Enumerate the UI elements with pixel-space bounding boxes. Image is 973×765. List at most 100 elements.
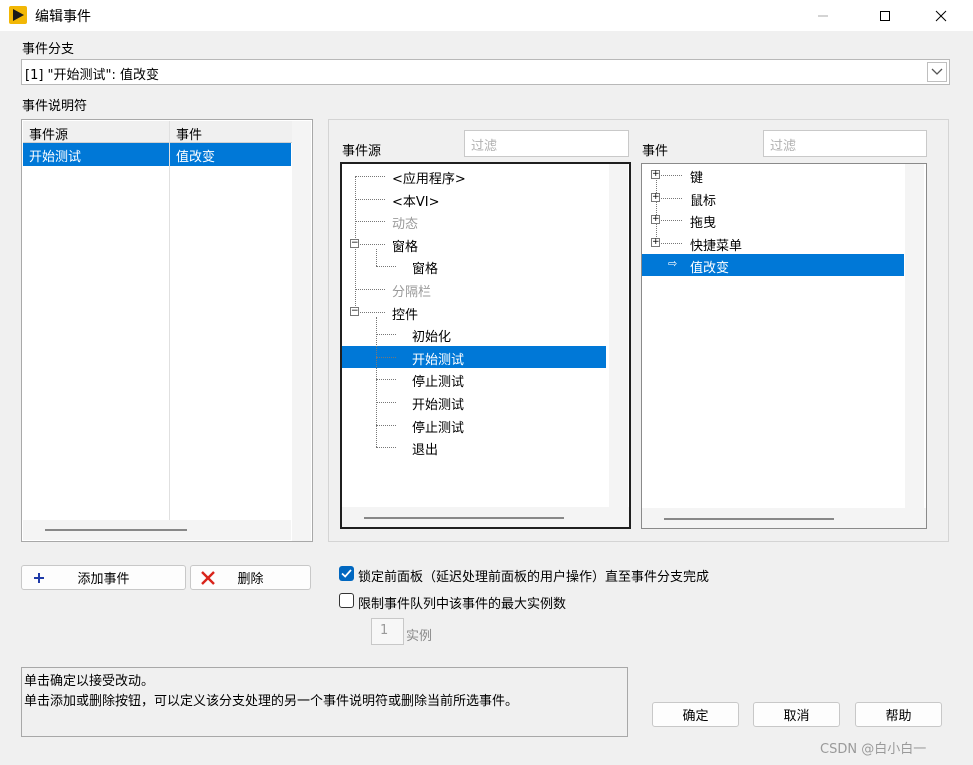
tree-item-label: 分隔栏: [392, 285, 432, 300]
vertical-scrollbar[interactable]: [609, 164, 628, 508]
expand-icon[interactable]: +: [651, 215, 660, 225]
limit-instances-checkbox[interactable]: [339, 593, 354, 608]
tree-item[interactable]: 停止测试: [342, 368, 606, 390]
limit-instances-label[interactable]: 限制事件队列中该事件的最大实例数: [358, 593, 566, 612]
horizontal-scrollbar[interactable]: [642, 508, 926, 528]
tree-item-label: 快捷菜单: [690, 238, 743, 254]
table-cell-event[interactable]: 值改变: [170, 143, 291, 166]
horizontal-scrollbar[interactable]: [23, 520, 291, 540]
message-line-1: 单击确定以接受改动。: [24, 674, 155, 689]
tree-item-label: 停止测试: [412, 375, 465, 391]
tree-item[interactable]: 退出: [342, 436, 606, 458]
tree-item-label: 开始测试: [412, 398, 465, 413]
tree-item-label: 鼠标: [690, 193, 717, 209]
tree-item[interactable]: + 键: [642, 164, 904, 186]
table-cell-source[interactable]: 开始测试: [23, 143, 169, 166]
event-branch-select[interactable]: [1] "开始测试": 值改变: [21, 59, 950, 85]
tree-item[interactable]: 开始测试: [342, 345, 606, 368]
tree-guide-line: [355, 176, 385, 177]
arrow-right-icon: ⇨: [668, 257, 678, 271]
minimize-button[interactable]: [800, 0, 846, 31]
plus-icon: [30, 569, 48, 587]
tree-guide-line: [376, 447, 396, 449]
tree-item[interactable]: 开始测试: [342, 391, 606, 413]
tree-item-label: <应用程序>: [392, 172, 466, 187]
tree-item[interactable]: 停止测试: [342, 414, 606, 436]
tree-guide-line: [355, 221, 385, 223]
red-x-icon: [199, 569, 217, 587]
tree-item-label: 窗格: [412, 262, 439, 278]
tree-guide-line: [376, 424, 396, 426]
scrollbar-thumb[interactable]: [364, 517, 564, 519]
tree-guide-line: [355, 311, 385, 313]
scrollbar-thumb[interactable]: [45, 529, 187, 531]
tree-item[interactable]: 初始化: [342, 323, 606, 345]
add-event-button[interactable]: 添加事件: [21, 565, 186, 590]
tree-item-label: 键: [690, 171, 704, 186]
event-specifiers-label: 事件说明符: [22, 99, 88, 114]
chevron-down-icon[interactable]: [927, 62, 947, 82]
expand-icon[interactable]: +: [651, 192, 660, 202]
tree-guide-line: [376, 334, 396, 336]
column-header-source[interactable]: 事件源: [23, 121, 169, 143]
event-specifier-table[interactable]: 事件源 事件 开始测试 值改变: [21, 119, 313, 542]
ok-button[interactable]: 确定: [652, 702, 739, 727]
tree-item-label: 开始测试: [412, 352, 465, 368]
horizontal-scrollbar[interactable]: [342, 507, 629, 527]
tree-item[interactable]: <应用程序>: [342, 165, 606, 187]
tree-guide-line: [376, 402, 396, 403]
tree-guide-line: [376, 379, 396, 381]
help-message-box: 单击确定以接受改动。 单击添加或删除按钮，可以定义该分支处理的另一个事件说明符或…: [21, 667, 628, 737]
delete-event-label: 删除: [237, 572, 264, 587]
events-label: 事件: [642, 144, 669, 159]
event-branch-label: 事件分支: [22, 42, 75, 57]
window-title: 编辑事件: [35, 9, 91, 25]
help-button[interactable]: 帮助: [855, 702, 942, 727]
tree-item[interactable]: + 鼠标: [642, 187, 904, 209]
tree-item[interactable]: ⇨ 值改变: [642, 254, 904, 277]
instance-count-input[interactable]: 1: [371, 618, 404, 645]
delete-event-button[interactable]: 删除: [190, 565, 311, 590]
lock-panel-checkbox[interactable]: [339, 566, 354, 581]
collapse-icon[interactable]: −: [350, 306, 359, 316]
source-filter-input[interactable]: 过滤: [464, 130, 629, 157]
cancel-button[interactable]: 取消: [753, 702, 840, 727]
tree-item[interactable]: 窗格: [342, 255, 606, 277]
event-filter-input[interactable]: 过滤: [763, 130, 927, 157]
tree-item[interactable]: <本VI>: [342, 188, 606, 210]
tree-item[interactable]: − 窗格: [342, 233, 606, 255]
tree-item-label: 退出: [412, 443, 439, 459]
tree-guide-line: [355, 198, 385, 200]
event-source-label: 事件源: [342, 144, 382, 159]
collapse-icon[interactable]: −: [350, 238, 359, 248]
event-tree[interactable]: + 键 + 鼠标 + 拖曳 + 快捷菜单 ⇨ 值改变: [641, 163, 927, 529]
tree-guide-line: [376, 316, 377, 448]
tree-item-label: 值改变: [690, 261, 730, 277]
vertical-scrollbar[interactable]: [292, 121, 311, 541]
tree-item[interactable]: + 快捷菜单: [642, 232, 904, 254]
expand-icon[interactable]: +: [651, 237, 660, 247]
tree-guide-line: [376, 248, 377, 267]
tree-item[interactable]: − 控件: [342, 301, 606, 323]
tree-item[interactable]: + 拖曳: [642, 209, 904, 231]
add-event-label: 添加事件: [77, 572, 130, 587]
title-bar: 编辑事件: [0, 0, 973, 31]
tree-item[interactable]: 分隔栏: [342, 278, 606, 300]
tree-guide-line: [376, 266, 396, 268]
tree-item-label: 拖曳: [690, 216, 717, 232]
scrollbar-thumb[interactable]: [664, 518, 834, 520]
tree-item[interactable]: 动态: [342, 210, 606, 232]
column-divider: [169, 121, 170, 521]
tree-item-label: 窗格: [392, 239, 419, 255]
message-line-2: 单击添加或删除按钮，可以定义该分支处理的另一个事件说明符或删除当前所选事件。: [24, 694, 519, 709]
close-button[interactable]: [918, 0, 964, 31]
lock-panel-label[interactable]: 锁定前面板（延迟处理前面板的用户操作）直至事件分支完成: [358, 566, 709, 585]
column-header-event[interactable]: 事件: [170, 121, 293, 143]
tree-item-label: 初始化: [412, 330, 452, 346]
tree-item-label: 停止测试: [412, 420, 465, 436]
expand-icon[interactable]: +: [651, 170, 660, 179]
event-source-tree[interactable]: <应用程序> <本VI> 动态 − 窗格 窗格 分隔栏 − 控件 初始化 开始测试 停止测试 开始测试停…: [340, 162, 631, 529]
maximize-button[interactable]: [862, 0, 908, 31]
vertical-scrollbar[interactable]: [905, 164, 924, 508]
event-branch-value: [1] "开始测试": 值改变: [25, 68, 160, 83]
